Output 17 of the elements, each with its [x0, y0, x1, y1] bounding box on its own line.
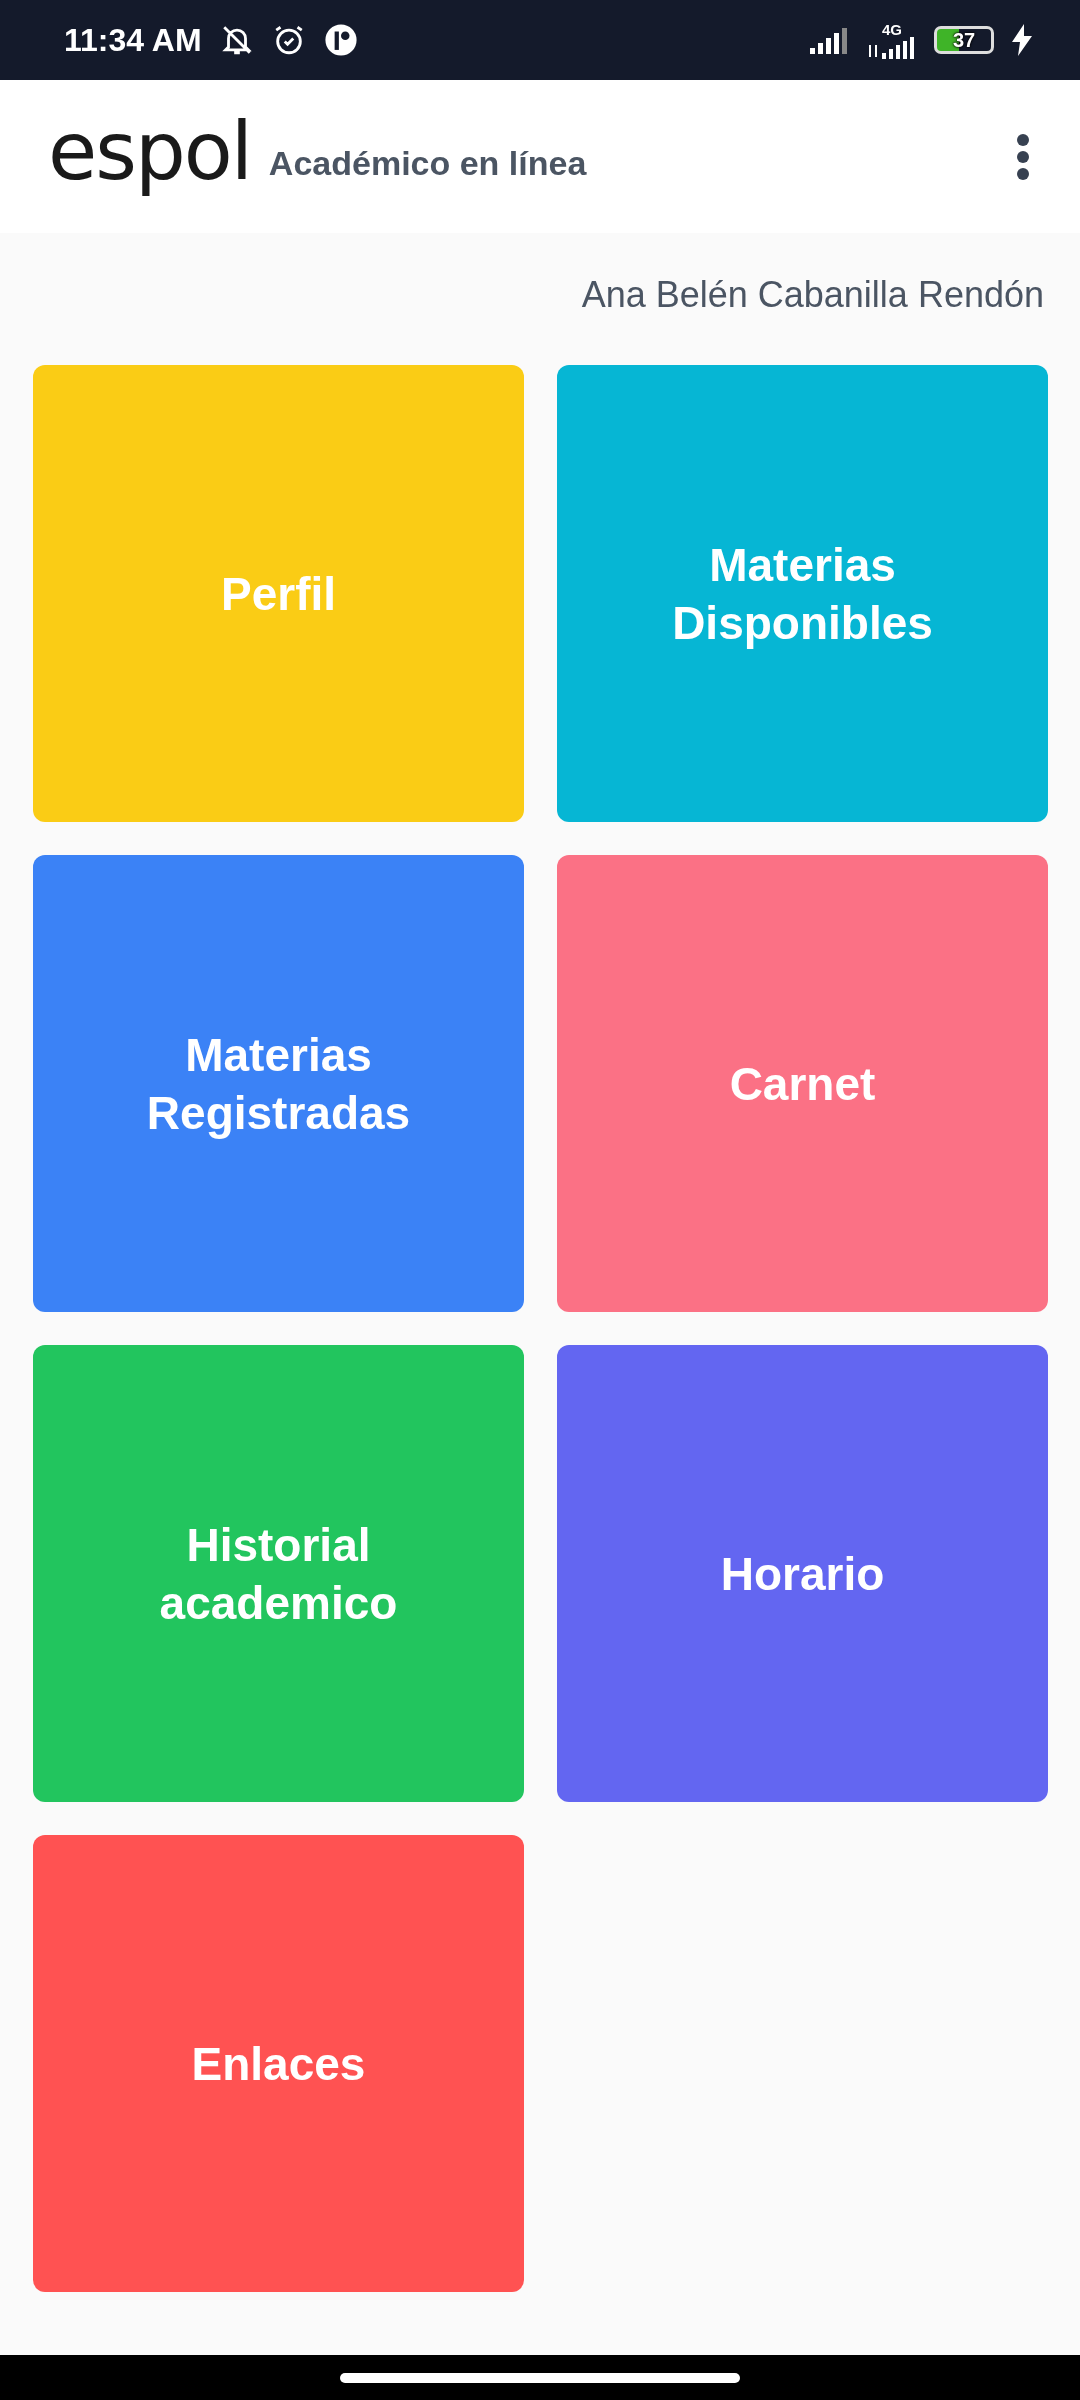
menu-tile[interactable]: Materias Disponibles — [557, 365, 1048, 822]
charging-bolt-icon — [1012, 24, 1032, 56]
user-name: Ana Belén Cabanilla Rendón — [580, 273, 1045, 317]
menu-tile[interactable]: Perfil — [33, 365, 524, 822]
menu-icon — [1016, 132, 1030, 181]
menu-tile[interactable]: Historial academico — [33, 1345, 524, 1802]
app-icon — [323, 23, 358, 57]
signal-icon — [868, 36, 916, 59]
menu-tile[interactable]: Materias Registradas — [33, 855, 524, 1312]
menu-tile[interactable]: Enlaces — [33, 1835, 524, 2292]
signal-icon — [810, 26, 850, 54]
clock: 11:34 AM — [64, 21, 202, 59]
app-title: Académico en línea — [268, 144, 587, 183]
home-indicator[interactable] — [340, 2372, 740, 2383]
network-type: 4G — [882, 21, 902, 37]
menu-tile[interactable]: Horario — [557, 1345, 1048, 1802]
menu-tile[interactable]: Carnet — [557, 855, 1048, 1312]
